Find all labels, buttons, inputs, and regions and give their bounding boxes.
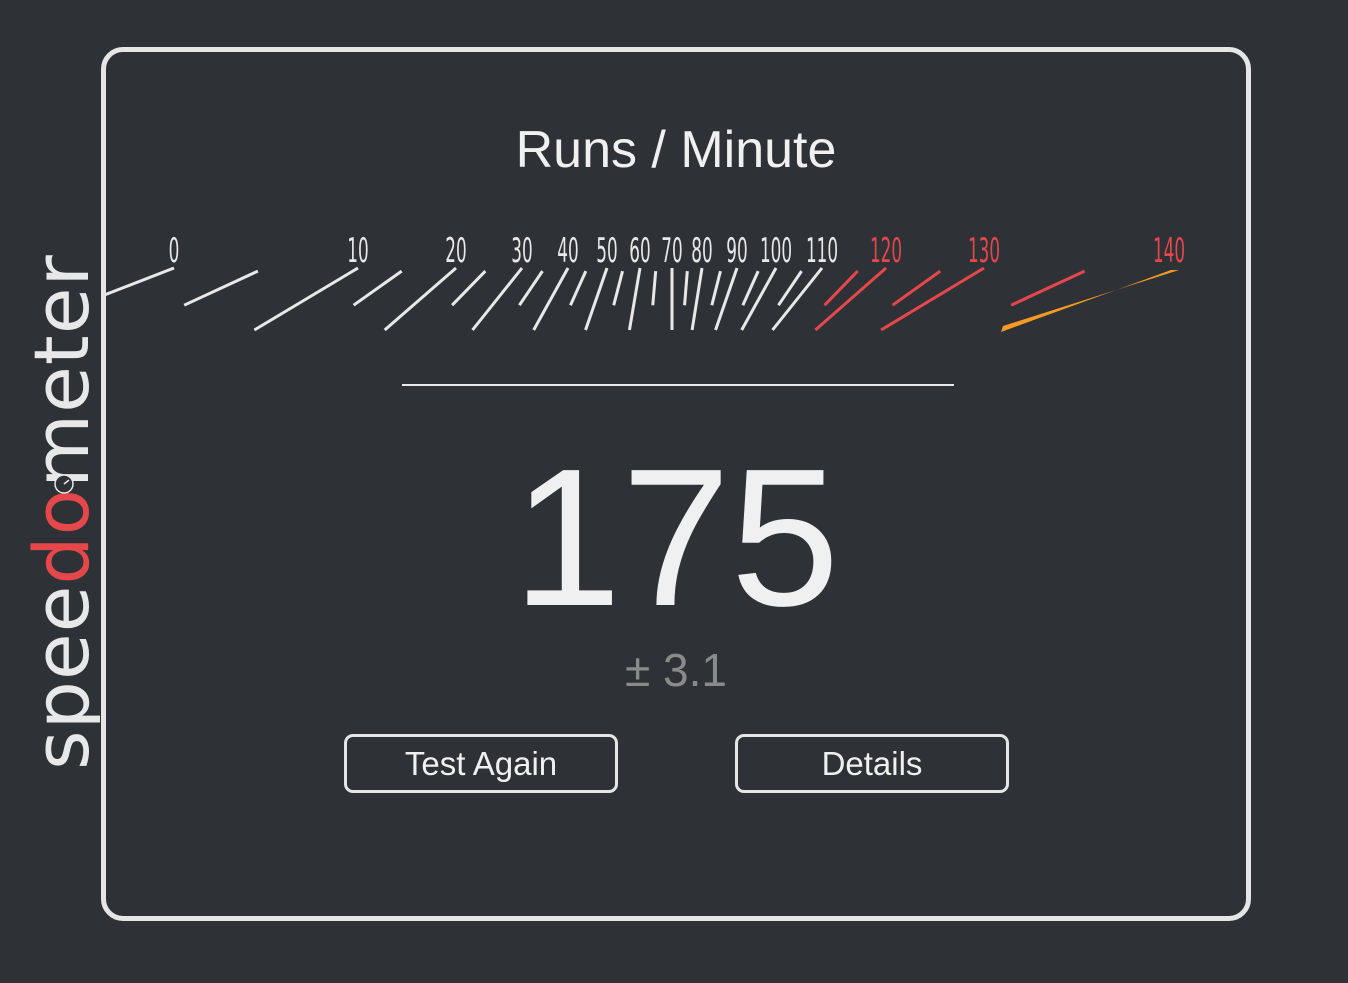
gauge-tick: [627, 267, 642, 331]
gauge-tick: [253, 266, 359, 332]
gauge-label-100: 100: [760, 232, 792, 270]
gauge-tick: [741, 270, 760, 306]
gauge-tick: [584, 267, 609, 331]
score-value: 175: [512, 428, 840, 647]
stopwatch-icon: [54, 474, 74, 494]
gauge-label-30: 30: [511, 232, 532, 270]
gauge-label-0: 0: [169, 232, 180, 270]
gauge-label-40: 40: [557, 232, 578, 270]
gauge-tick: [1010, 269, 1086, 307]
speedometer-logo: speedometer: [17, 254, 100, 770]
gauge-tick: [710, 270, 722, 306]
test-again-button[interactable]: Test Again: [344, 734, 618, 793]
gauge-label-110: 110: [806, 232, 838, 270]
gauge: 0 10 20 30 40 50 60 70 80 90 100 110 120 130 140: [106, 232, 1185, 332]
gauge-tick: [183, 269, 259, 307]
gauge-label-70: 70: [661, 232, 682, 270]
gauge-needle: [1001, 270, 1179, 332]
gauge-label-20: 20: [445, 232, 466, 270]
divider: [402, 384, 954, 386]
gauge-tick: [823, 270, 859, 307]
details-button[interactable]: Details: [735, 734, 1009, 793]
gauge-label-80: 80: [691, 232, 712, 270]
gauge-tick: [690, 267, 704, 331]
gauge-tick: [352, 269, 403, 307]
gauge-tick: [612, 270, 624, 306]
results-panel: Runs / Minute 0 10 20 30 40 50 60 70 80 90 100 110 1…: [101, 47, 1251, 921]
gauge-label-130: 130: [968, 232, 1000, 270]
score-margin: ± 3.1: [625, 644, 727, 696]
gauge-tick: [683, 270, 689, 306]
gauge-label-50: 50: [596, 232, 617, 270]
logo-text-meter: meter: [17, 254, 100, 488]
gauge-tick: [451, 270, 487, 307]
gauge-label-10: 10: [347, 232, 368, 270]
page: speedometer Runs / Minute 0 10 20 30 40 50 60 7…: [0, 0, 1348, 983]
svg-text:speedometer: speedometer: [17, 254, 100, 770]
gauge-tick: [651, 270, 658, 306]
gauge-tick: [518, 270, 544, 307]
logo-text-do: do: [17, 488, 100, 585]
gauge-label-60: 60: [629, 232, 650, 270]
gauge-label-90: 90: [726, 232, 747, 270]
gauge-tick: [106, 266, 175, 296]
gauge-label-140: 140: [1153, 232, 1185, 270]
gauge-label-120: 120: [870, 232, 902, 270]
gauge-tick: [569, 270, 588, 306]
logo-text-spee: spee: [17, 585, 100, 770]
